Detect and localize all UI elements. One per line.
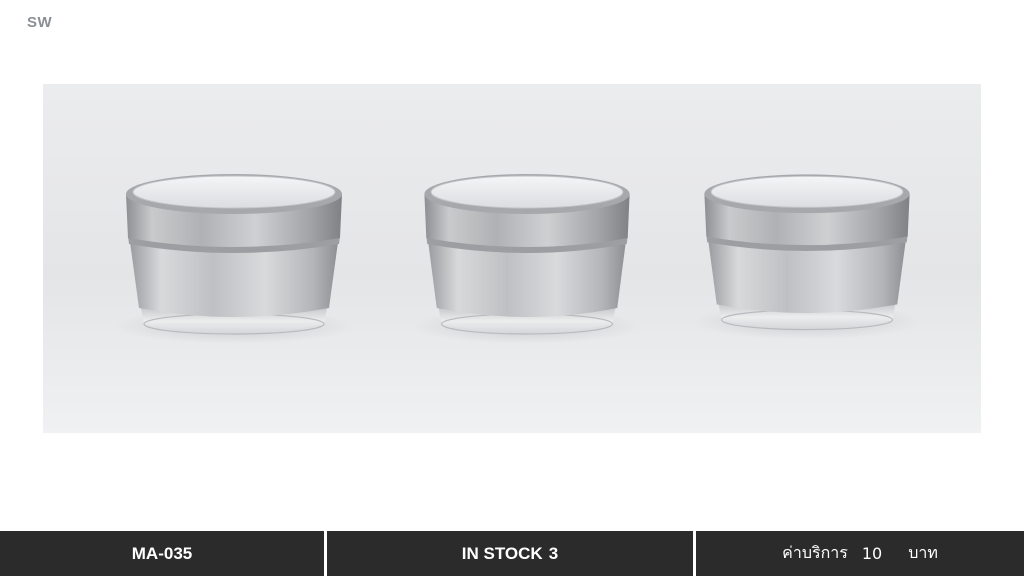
jar-middle bbox=[412, 173, 642, 345]
brand-label: SW bbox=[27, 14, 53, 31]
product-photo bbox=[43, 84, 981, 433]
product-code-cell: MA-035 bbox=[0, 531, 324, 576]
jar-right bbox=[692, 173, 922, 340]
service-fee-cell: ค่าบริการ 10 บาท bbox=[696, 531, 1024, 576]
jar-left bbox=[113, 173, 355, 345]
stock-cell: IN STOCK 3 bbox=[327, 531, 693, 576]
product-slide: SW MA-035 IN STOCK 3 ค่าบริการ 10 บาท bbox=[0, 0, 1024, 576]
stock-value: 3 bbox=[548, 543, 559, 563]
service-fee-currency: บาท bbox=[908, 543, 938, 562]
product-code: MA-035 bbox=[131, 543, 193, 563]
jars-illustration bbox=[43, 84, 981, 433]
service-fee-price: 10 bbox=[861, 544, 883, 563]
product-info-bar: MA-035 IN STOCK 3 ค่าบริการ 10 บาท bbox=[0, 531, 1024, 576]
service-fee-label: ค่าบริการ bbox=[782, 543, 848, 562]
stock-label: IN STOCK bbox=[461, 543, 543, 563]
